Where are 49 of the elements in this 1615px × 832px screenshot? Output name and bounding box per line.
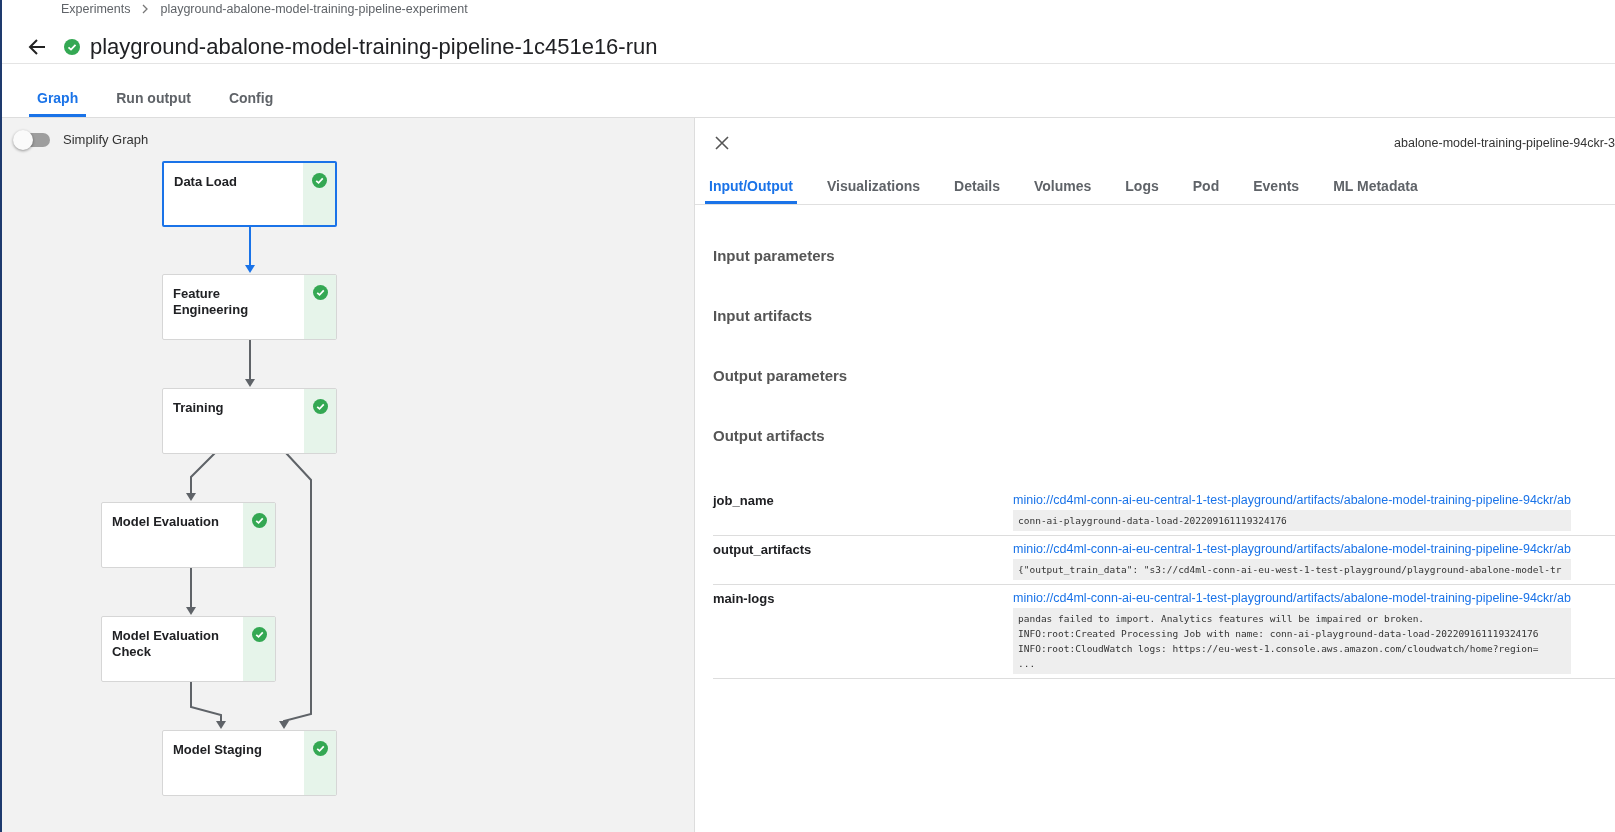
back-arrow-icon[interactable] xyxy=(27,36,47,57)
breadcrumb-link[interactable]: playground-abalone-model-training-pipeline-experiment xyxy=(160,2,468,16)
section-heading: Output artifacts xyxy=(713,427,826,445)
artifact-link[interactable]: minio://cd4ml-conn-ai-eu-central-1-test-playground/artifacts/abalone-model-training-pipeline-94ckr/ab xyxy=(1013,493,1571,507)
chevron-icon xyxy=(142,4,149,14)
toggle-switch[interactable] xyxy=(16,132,50,147)
pipeline-node[interactable]: Training xyxy=(162,388,337,454)
edge-arrow xyxy=(190,680,226,729)
pipeline-node[interactable]: Data Load xyxy=(162,161,337,227)
edge-arrow xyxy=(186,566,196,615)
artifact-preview: conn-ai-playground-data-load-202209161119324176 xyxy=(1013,510,1571,531)
close-icon[interactable] xyxy=(715,136,729,150)
pod-id: abalone-model-training-pipeline-94ckr-3 xyxy=(1394,136,1615,150)
artifact-name: main-logs xyxy=(713,591,776,608)
node-label: Model Evaluation xyxy=(111,513,220,531)
artifact-name: job_name xyxy=(713,493,775,510)
pipeline-node[interactable]: Feature Engineering xyxy=(162,274,337,340)
artifact-link[interactable]: minio://cd4ml-conn-ai-eu-central-1-test-playground/artifacts/abalone-model-training-pipeline-94ckr/ab xyxy=(1013,542,1571,556)
tab[interactable]: Visualizations xyxy=(822,178,925,204)
toggle-label: Simplify Graph xyxy=(63,132,149,147)
section-heading: Output parameters xyxy=(713,367,849,385)
pipeline-node[interactable]: Model Evaluation xyxy=(101,502,276,568)
artifact-link[interactable]: minio://cd4ml-conn-ai-eu-central-1-test-playground/artifacts/abalone-model-training-pipeline-94ckr/ab xyxy=(1013,591,1571,605)
tab[interactable]: ML Metadata xyxy=(1329,178,1422,204)
tab[interactable]: Volumes xyxy=(1030,178,1096,204)
pipeline-node[interactable]: Model Staging xyxy=(162,730,337,796)
node-label: Model Evaluation Check xyxy=(111,627,220,661)
breadcrumb-link[interactable]: Experiments xyxy=(61,2,131,16)
artifact-name: output_artifacts xyxy=(713,542,813,559)
tab[interactable]: Config xyxy=(220,90,282,117)
edge-arrow xyxy=(186,452,216,501)
node-label: Model Staging xyxy=(172,741,263,759)
section-heading: Input artifacts xyxy=(713,307,814,325)
run-title: playground-abalone-model-training-pipeline-1c451e16-run xyxy=(90,33,658,60)
node-label: Data Load xyxy=(173,173,238,191)
node-label: Feature Engineering xyxy=(172,285,250,319)
edge-arrow xyxy=(245,338,255,387)
artifact-preview: {"output_train_data": "s3://cd4ml-conn-ai-eu-west-1-test-playground/playground-abalone-model-tr xyxy=(1013,559,1571,580)
section-heading: Input parameters xyxy=(713,247,836,265)
node-label: Training xyxy=(172,399,225,417)
tab[interactable]: Input/Output xyxy=(705,178,797,204)
tab[interactable]: Details xyxy=(950,178,1004,204)
artifact-preview: pandas failed to import. Analytics features will be impaired or broken. INFO:root:Created Processing Job with name: conn-ai-playground-data-load-202209161119324176 INFO:root:CloudWatch logs: https://eu-west-1.console.aws.amazon.com/cloudwatch/home?region= ... xyxy=(1013,608,1571,674)
pipeline-node[interactable]: Model Evaluation Check xyxy=(101,616,276,682)
tab[interactable]: Events xyxy=(1249,178,1304,204)
tab[interactable]: Run output xyxy=(108,90,199,117)
tab[interactable]: Pod xyxy=(1188,178,1224,204)
edge-arrow xyxy=(245,226,255,273)
tab[interactable]: Logs xyxy=(1121,178,1163,204)
